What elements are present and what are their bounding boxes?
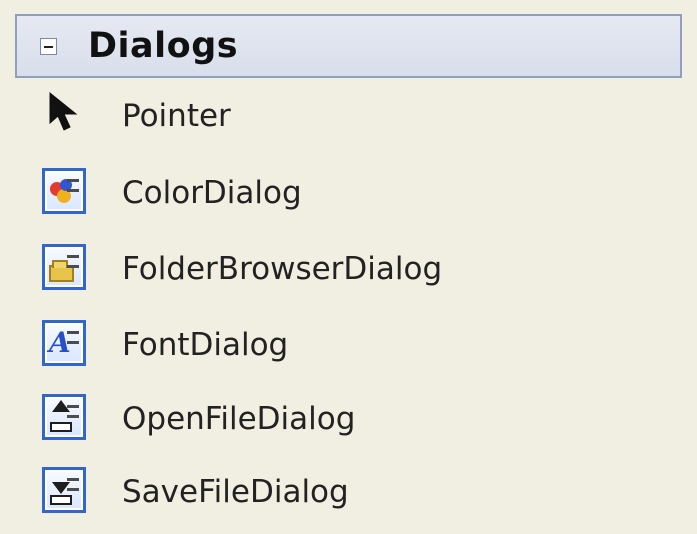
toolbox-panel: Dialogs Pointer ColorDialog FolderBrowse…	[0, 0, 697, 534]
pointer-icon	[36, 87, 94, 145]
folder-browser-dialog-icon-frame	[42, 244, 86, 290]
dialog-line-icon	[67, 265, 79, 268]
dialogs-group-header[interactable]: Dialogs	[15, 14, 682, 78]
item-label: ColorDialog	[122, 175, 302, 211]
tray-icon	[50, 422, 72, 432]
color-dialog-icon	[36, 164, 94, 222]
group-title: Dialogs	[88, 26, 239, 66]
dialog-line-icon	[67, 478, 79, 481]
item-label: OpenFileDialog	[122, 401, 356, 437]
color-dialog-icon-frame	[42, 168, 86, 214]
toolbox-item-openfiledialog[interactable]: OpenFileDialog	[36, 388, 676, 450]
font-dialog-icon: A	[36, 316, 94, 374]
toolbox-item-fontdialog[interactable]: A FontDialog	[36, 314, 676, 376]
toolbox-item-savefiledialog[interactable]: SaveFileDialog	[36, 461, 676, 523]
item-label: FolderBrowserDialog	[122, 251, 443, 287]
dialog-line-icon	[67, 488, 79, 491]
toolbox-item-colordialog[interactable]: ColorDialog	[36, 162, 676, 224]
open-file-dialog-icon-frame	[42, 394, 86, 440]
save-file-dialog-icon	[36, 463, 94, 521]
save-file-dialog-icon-frame	[42, 467, 86, 513]
dialog-line-icon	[67, 255, 79, 258]
dialog-line-icon	[67, 341, 79, 344]
dialog-line-icon	[67, 189, 79, 192]
dialog-line-icon	[67, 415, 79, 418]
item-label: Pointer	[122, 98, 231, 134]
minus-box-icon[interactable]	[40, 37, 57, 55]
folder-browser-dialog-icon	[36, 240, 94, 298]
item-label: FontDialog	[122, 327, 289, 363]
toolbox-item-folderbrowserdialog[interactable]: FolderBrowserDialog	[36, 238, 676, 300]
item-label: SaveFileDialog	[122, 474, 349, 510]
dialog-line-icon	[67, 179, 79, 182]
font-dialog-icon-frame: A	[42, 320, 86, 366]
tray-icon	[50, 495, 72, 505]
open-file-dialog-icon	[36, 390, 94, 448]
dialog-line-icon	[67, 331, 79, 334]
dialog-line-icon	[67, 405, 79, 408]
toolbox-item-pointer[interactable]: Pointer	[36, 85, 676, 147]
